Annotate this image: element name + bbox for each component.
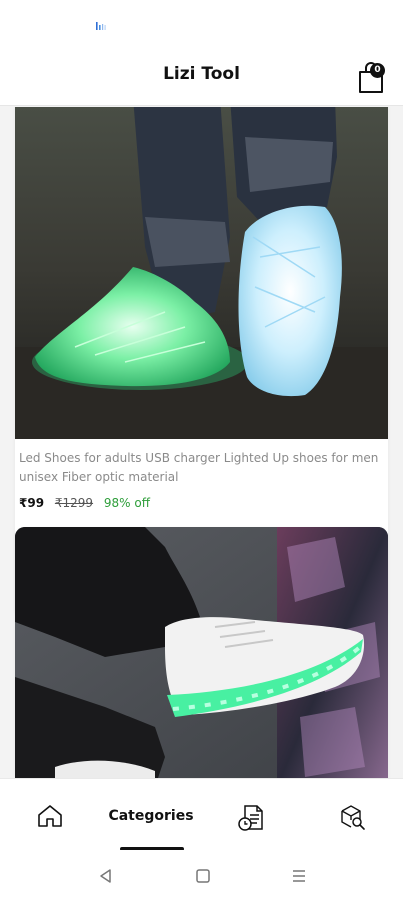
triangle-back-icon[interactable] [96,866,116,886]
nav-orders[interactable] [230,779,274,851]
cart-button[interactable]: 0 [356,60,390,94]
order-list-icon [238,805,263,831]
three-lines-menu-icon[interactable] [289,866,309,886]
box-search-icon [341,805,365,830]
product-card[interactable] [15,527,388,778]
system-navigation-bar [0,850,403,900]
product-feed[interactable]: Led Shoes for adults USB charger Lighted… [0,107,403,778]
product-discount: 98% off [103,496,151,510]
product-title[interactable]: Led Shoes for adults USB charger Lighted… [19,449,384,487]
nav-categories[interactable]: Categories [100,779,202,851]
app-header: Lizi Tool 0 [0,52,403,106]
product-image[interactable] [15,527,388,778]
nav-categories-label: Categories [108,808,194,824]
bottom-navigation: Categories [0,778,403,851]
square-home-icon[interactable] [193,866,213,886]
status-bar [0,0,403,52]
app-screen: Lizi Tool 0 Led Shoes for adults USB cha… [0,0,403,900]
product-price: ₹99 [19,496,45,510]
app-title: Lizi Tool [163,64,240,84]
nav-track[interactable] [330,779,374,851]
cart-count-badge: 0 [370,63,385,78]
home-icon [38,805,62,827]
product-image[interactable] [15,107,388,439]
nav-home[interactable] [30,779,70,851]
product-price-row: ₹99 ₹1299 98% off [19,496,150,510]
product-mrp: ₹1299 [54,496,94,510]
app-indicator-icon [96,22,106,30]
